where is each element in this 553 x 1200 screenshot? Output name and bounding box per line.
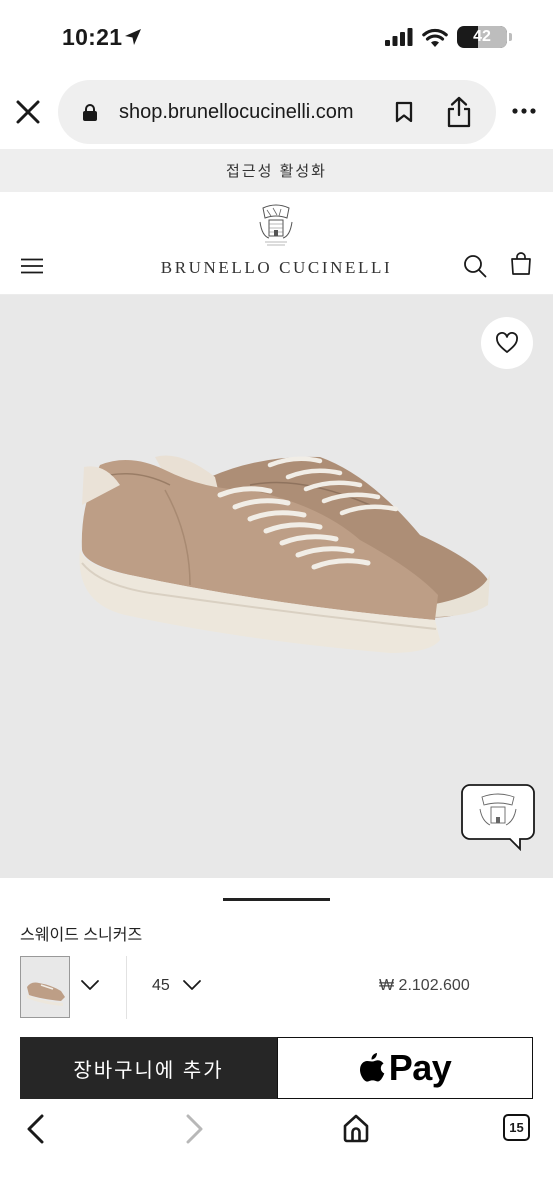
home-icon[interactable] xyxy=(341,1113,371,1143)
brand-emblem-icon[interactable] xyxy=(257,200,295,250)
wifi-icon xyxy=(422,28,448,47)
product-name: 스웨이드 스니커즈 xyxy=(20,927,143,944)
battery-indicator: 42 xyxy=(457,26,512,48)
url-field[interactable]: shop.brunellocucinelli.com xyxy=(58,80,496,144)
site-header: BRUNELLO CUCINELLI xyxy=(0,192,553,295)
selector-divider xyxy=(126,956,127,1019)
chat-icon[interactable] xyxy=(460,783,536,851)
chevron-right-icon[interactable] xyxy=(184,1114,206,1144)
bag-icon[interactable] xyxy=(510,252,532,276)
size-selector-value[interactable]: 45 xyxy=(152,977,170,995)
close-icon[interactable] xyxy=(14,98,42,126)
apple-logo-icon xyxy=(359,1052,385,1082)
browser-toolbar: 15 xyxy=(0,1100,553,1200)
apple-pay-label: Pay xyxy=(388,1047,452,1088)
lock-icon xyxy=(83,104,97,121)
product-price: ₩ 2.102.600 xyxy=(379,977,470,994)
status-bar: 10:21 42 xyxy=(0,0,553,72)
product-image-gallery[interactable] xyxy=(0,295,553,878)
battery-percentage: 42 xyxy=(473,28,491,45)
share-icon[interactable] xyxy=(446,96,472,128)
browser-address-bar: shop.brunellocucinelli.com xyxy=(0,78,553,148)
status-time: 10:21 xyxy=(62,24,123,50)
color-thumbnail-image xyxy=(27,982,65,1006)
bookmark-icon[interactable] xyxy=(395,101,413,123)
heart-icon xyxy=(496,332,518,353)
more-icon[interactable] xyxy=(512,108,536,114)
chevron-down-icon[interactable] xyxy=(80,978,100,992)
apple-pay-button[interactable]: Pay xyxy=(277,1037,533,1099)
cellular-signal-icon xyxy=(385,28,413,46)
product-image-suede-sneakers xyxy=(79,455,490,653)
tabs-button[interactable]: 15 xyxy=(503,1114,530,1141)
add-to-cart-button[interactable]: 장바구니에 추가 xyxy=(20,1037,277,1099)
wishlist-button[interactable] xyxy=(481,317,533,369)
accessibility-toggle[interactable]: 접근성 활성화 xyxy=(0,149,553,192)
search-icon[interactable] xyxy=(463,254,487,278)
url-text: shop.brunellocucinelli.com xyxy=(119,101,354,123)
tabs-count: 15 xyxy=(509,1120,524,1135)
carousel-indicator xyxy=(223,898,330,901)
status-indicators: 42 xyxy=(385,26,512,48)
color-thumbnail[interactable] xyxy=(20,956,70,1018)
chevron-left-icon[interactable] xyxy=(24,1114,46,1144)
location-arrow-icon xyxy=(125,29,141,45)
size-chevron-down-icon[interactable] xyxy=(182,978,202,992)
